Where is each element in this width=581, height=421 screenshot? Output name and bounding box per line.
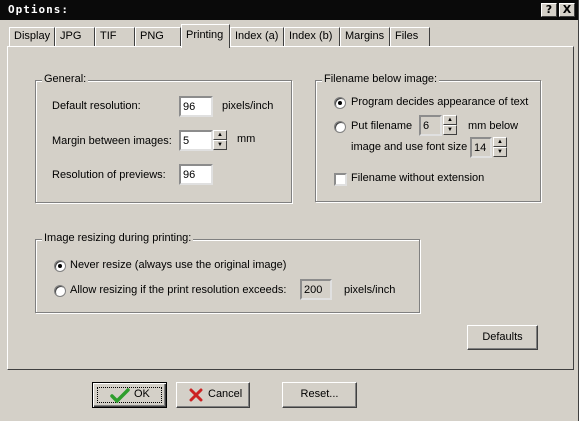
cancel-button[interactable]: Cancel — [176, 382, 250, 408]
margin-input[interactable]: 5 — [179, 130, 213, 151]
margin-spinner[interactable]: ▲ ▼ — [213, 130, 227, 151]
mm-below-label: mm below — [468, 120, 519, 132]
spin-up-icon[interactable]: ▲ — [213, 130, 227, 140]
spin-down-icon[interactable]: ▼ — [443, 125, 457, 135]
never-resize-label: Never resize (always use the original im… — [70, 259, 287, 271]
tab-tif[interactable]: TIF — [95, 27, 135, 46]
spin-up-icon[interactable]: ▲ — [493, 137, 507, 147]
filename-mm-input[interactable]: 6 — [419, 115, 442, 136]
resize-threshold-input[interactable]: 200 — [300, 279, 332, 300]
filename-mm-spinner[interactable]: ▲ ▼ — [443, 115, 457, 136]
default-resolution-unit: pixels/inch — [222, 100, 274, 112]
default-resolution-label: Default resolution: — [52, 100, 141, 112]
never-resize-radio[interactable] — [54, 260, 66, 272]
filename-legend: Filename below image: — [322, 73, 440, 85]
ok-button[interactable]: OK — [92, 382, 167, 408]
font-size-input[interactable]: 14 — [470, 137, 492, 158]
margin-label: Margin between images: — [52, 135, 172, 147]
spin-down-icon[interactable]: ▼ — [493, 147, 507, 157]
ok-label: OK — [134, 388, 150, 400]
tab-printing[interactable]: Printing — [181, 24, 230, 48]
font-size-spinner[interactable]: ▲ ▼ — [493, 137, 507, 158]
cross-icon — [189, 388, 203, 402]
default-resolution-input[interactable]: 96 — [179, 96, 213, 117]
tab-display[interactable]: Display — [9, 27, 55, 46]
program-decides-radio[interactable] — [334, 97, 346, 109]
help-button[interactable]: ? — [541, 3, 557, 17]
options-dialog: Options: ? X Display JPG TIF PNG Printin… — [0, 0, 579, 421]
general-legend: General: — [42, 73, 89, 85]
filename-group: Filename below image: Program decides ap… — [315, 73, 541, 202]
put-filename-radio[interactable] — [334, 121, 346, 133]
title-bar: Options: ? X — [0, 0, 578, 20]
put-filename-label: Put filename — [351, 120, 413, 132]
tab-index-b[interactable]: Index (b) — [284, 27, 340, 46]
tab-jpg[interactable]: JPG — [55, 27, 95, 46]
close-button[interactable]: X — [559, 3, 575, 17]
window-title: Options: — [8, 3, 69, 16]
spin-up-icon[interactable]: ▲ — [443, 115, 457, 125]
printing-panel: General: Default resolution: 96 pixels/i… — [7, 46, 574, 370]
spin-down-icon[interactable]: ▼ — [213, 140, 227, 150]
font-size-label: image and use font size — [351, 141, 468, 153]
tab-index-a[interactable]: Index (a) — [230, 27, 284, 46]
resizing-legend: Image resizing during printing: — [42, 232, 194, 244]
allow-resize-label: Allow resizing if the print resolution e… — [70, 284, 287, 296]
allow-resize-radio[interactable] — [54, 285, 66, 297]
without-extension-checkbox[interactable] — [334, 173, 347, 186]
margin-unit: mm — [237, 133, 256, 145]
cancel-label: Cancel — [208, 388, 243, 400]
without-extension-label: Filename without extension — [351, 172, 485, 184]
tab-png[interactable]: PNG — [135, 27, 181, 46]
tab-files[interactable]: Files — [390, 27, 430, 46]
program-decides-label: Program decides appearance of text — [351, 96, 529, 108]
resize-threshold-unit: pixels/inch — [344, 284, 396, 296]
general-group: General: Default resolution: 96 pixels/i… — [35, 73, 292, 203]
preview-resolution-label: Resolution of previews: — [52, 169, 166, 181]
defaults-button[interactable]: Defaults — [467, 325, 538, 350]
reset-button[interactable]: Reset... — [282, 382, 357, 408]
checkmark-icon — [110, 388, 130, 403]
preview-resolution-input[interactable]: 96 — [179, 164, 213, 185]
tab-margins[interactable]: Margins — [340, 27, 390, 46]
resizing-group: Image resizing during printing: Never re… — [35, 232, 420, 313]
